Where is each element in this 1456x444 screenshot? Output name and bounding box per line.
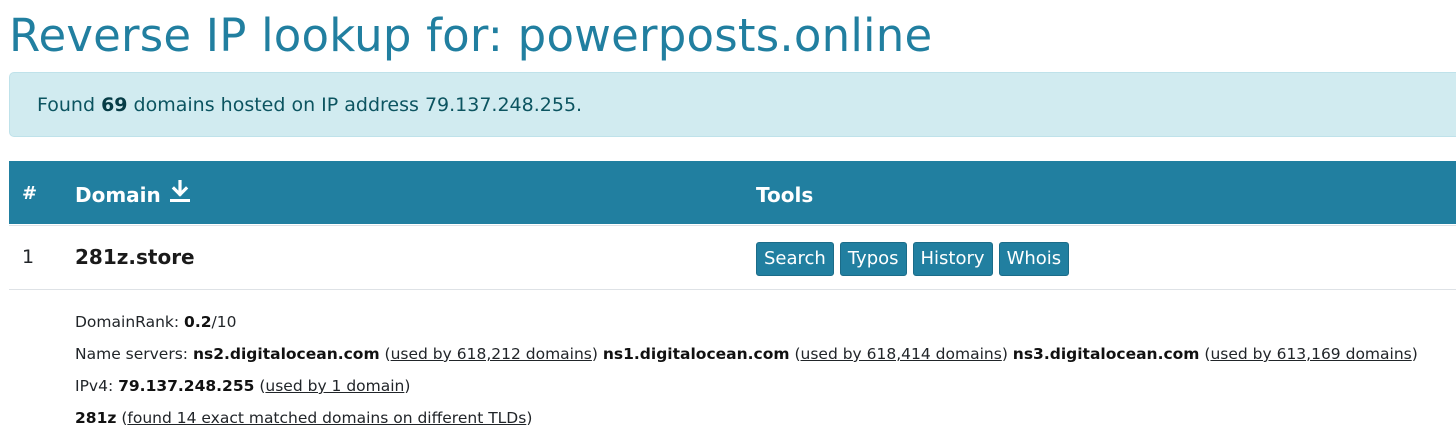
column-header-number: # [22, 183, 38, 204]
name-servers-label: Name servers: [75, 345, 193, 363]
column-header-domain-label: Domain [75, 183, 161, 207]
header-divider [9, 225, 1456, 226]
row-tools: Search Typos History Whois [756, 242, 1070, 276]
domain-rank-suffix: /10 [211, 313, 237, 331]
download-icon[interactable] [169, 179, 191, 209]
column-header-domain: Domain [75, 179, 191, 209]
ipv4-line: IPv4: 79.137.248.255 (used by 1 domain) [75, 377, 411, 395]
domain-rank-line: DomainRank: 0.2/10 [75, 310, 1418, 342]
nameserver-2: ns1.digitalocean.com [602, 345, 790, 363]
nameserver-1-usage-link[interactable]: used by 618,212 domains [391, 345, 592, 363]
column-header-tools: Tools [756, 183, 814, 207]
nameserver-2-usage-link[interactable]: used by 618,414 domains [801, 345, 1002, 363]
tld-matches-link[interactable]: found 14 exact matched domains on differ… [127, 409, 526, 427]
typos-button[interactable]: Typos [839, 242, 907, 276]
alert-suffix: domains hosted on IP address 79.137.248.… [127, 94, 583, 116]
ipv4-label: IPv4: [75, 377, 119, 395]
results-alert: Found 69 domains hosted on IP address 79… [9, 72, 1456, 137]
history-button[interactable]: History [912, 242, 993, 276]
nameserver-1: ns2.digitalocean.com [192, 345, 380, 363]
name-servers-line: Name servers: ns2.digitalocean.com (used… [75, 345, 1418, 363]
domain-keyword: 281z [75, 409, 117, 427]
whois-button[interactable]: Whois [998, 242, 1070, 276]
row-domain-name: 281z.store [75, 245, 195, 269]
row-details: DomainRank: 0.2/10 Name servers: ns2.dig… [75, 310, 1418, 438]
alert-prefix: Found [37, 94, 102, 116]
search-button[interactable]: Search [756, 242, 834, 276]
nameserver-3: ns3.digitalocean.com [1012, 345, 1200, 363]
row-number: 1 [22, 246, 35, 268]
domain-rank-label: DomainRank: [75, 313, 185, 331]
domain-count: 69 [101, 94, 128, 116]
ipv4-usage-link[interactable]: used by 1 domain [265, 377, 404, 395]
nameserver-3-usage-link[interactable]: used by 613,169 domains [1210, 345, 1411, 363]
page-title: Reverse IP lookup for: powerposts.online [9, 9, 933, 62]
table-header: # Domain Tools [9, 161, 1456, 224]
row-divider [9, 289, 1456, 290]
keyword-line: 281z (found 14 exact matched domains on … [75, 409, 533, 427]
ipv4-value: 79.137.248.255 [118, 377, 255, 395]
domain-rank-value: 0.2 [184, 313, 212, 331]
